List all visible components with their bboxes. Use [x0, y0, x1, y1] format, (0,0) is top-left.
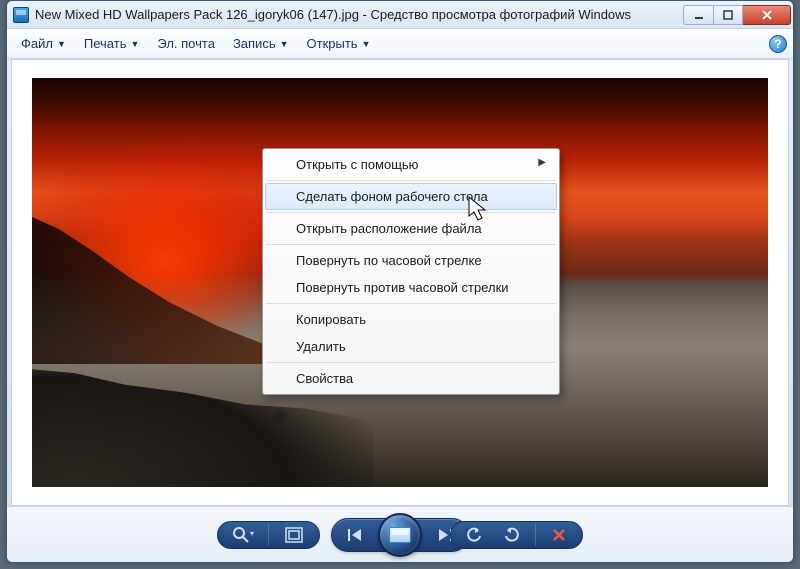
help-icon: ? [774, 37, 781, 51]
menu-record-label: Запись [233, 36, 276, 51]
separator [535, 524, 536, 546]
menu-record[interactable]: Запись ▼ [225, 32, 297, 55]
help-button[interactable]: ? [769, 35, 787, 53]
separator [266, 244, 556, 245]
zoom-controls: ▾ [217, 521, 320, 549]
chevron-down-icon: ▼ [57, 39, 66, 49]
delete-button[interactable] [544, 522, 574, 548]
slideshow-button[interactable] [378, 513, 422, 557]
ctx-open-with-label: Открыть с помощью [296, 157, 418, 172]
ctx-copy[interactable]: Копировать [265, 306, 557, 333]
zoom-button[interactable]: ▾ [228, 522, 258, 548]
menu-file[interactable]: Файл ▼ [13, 32, 74, 55]
ctx-set-wallpaper[interactable]: Сделать фоном рабочего стола [265, 183, 557, 210]
chevron-down-icon: ▾ [250, 529, 254, 538]
navigation-controls [331, 518, 469, 552]
ctx-rotate-ccw-label: Повернуть против часовой стрелки [296, 280, 509, 295]
menu-open-label: Открыть [307, 36, 358, 51]
separator [268, 524, 269, 546]
rotate-cw-button[interactable] [497, 522, 527, 548]
ctx-rotate-cw-label: Повернуть по часовой стрелке [296, 253, 482, 268]
menu-open[interactable]: Открыть ▼ [299, 32, 379, 55]
toolbar: ▾ [7, 506, 793, 562]
ctx-delete[interactable]: Удалить [265, 333, 557, 360]
app-icon [13, 7, 29, 23]
ctx-delete-label: Удалить [296, 339, 346, 354]
ctx-copy-label: Копировать [296, 312, 366, 327]
chevron-down-icon: ▼ [362, 39, 371, 49]
maximize-button[interactable] [713, 5, 743, 25]
context-menu: Открыть с помощью Сделать фоном рабочего… [262, 148, 560, 395]
rotate-ccw-button[interactable] [459, 522, 489, 548]
separator [266, 212, 556, 213]
titlebar[interactable]: New Mixed HD Wallpapers Pack 126_igoryk0… [7, 1, 793, 29]
menu-print-label: Печать [84, 36, 127, 51]
close-button[interactable] [743, 5, 791, 25]
separator [266, 362, 556, 363]
ctx-open-with[interactable]: Открыть с помощью [265, 151, 557, 178]
ctx-rotate-cw[interactable]: Повернуть по часовой стрелке [265, 247, 557, 274]
separator [266, 180, 556, 181]
previous-button[interactable] [340, 522, 370, 548]
ctx-set-wallpaper-label: Сделать фоном рабочего стола [296, 189, 488, 204]
chevron-down-icon: ▼ [130, 39, 139, 49]
ctx-rotate-ccw[interactable]: Повернуть против часовой стрелки [265, 274, 557, 301]
ctx-properties[interactable]: Свойства [265, 365, 557, 392]
window-title: New Mixed HD Wallpapers Pack 126_igoryk0… [35, 7, 683, 22]
image-content [32, 217, 297, 364]
ctx-open-location[interactable]: Открыть расположение файла [265, 215, 557, 242]
menu-email-label: Эл. почта [157, 36, 215, 51]
edit-controls [450, 521, 583, 549]
menu-file-label: Файл [21, 36, 53, 51]
separator [266, 303, 556, 304]
chevron-down-icon: ▼ [280, 39, 289, 49]
photo-viewer-window: New Mixed HD Wallpapers Pack 126_igoryk0… [6, 0, 794, 563]
minimize-button[interactable] [683, 5, 713, 25]
slideshow-icon [389, 527, 411, 543]
image-viewport[interactable]: Открыть с помощью Сделать фоном рабочего… [11, 59, 789, 506]
window-controls [683, 5, 791, 25]
menu-print[interactable]: Печать▼ [76, 32, 148, 55]
ctx-properties-label: Свойства [296, 371, 353, 386]
ctx-open-location-label: Открыть расположение файла [296, 221, 482, 236]
menu-email[interactable]: Эл. почта [149, 32, 223, 55]
fit-window-button[interactable] [279, 522, 309, 548]
menubar: Файл▼ Печать▼ Эл. почта Запись▼ Открыть▼… [7, 29, 793, 59]
